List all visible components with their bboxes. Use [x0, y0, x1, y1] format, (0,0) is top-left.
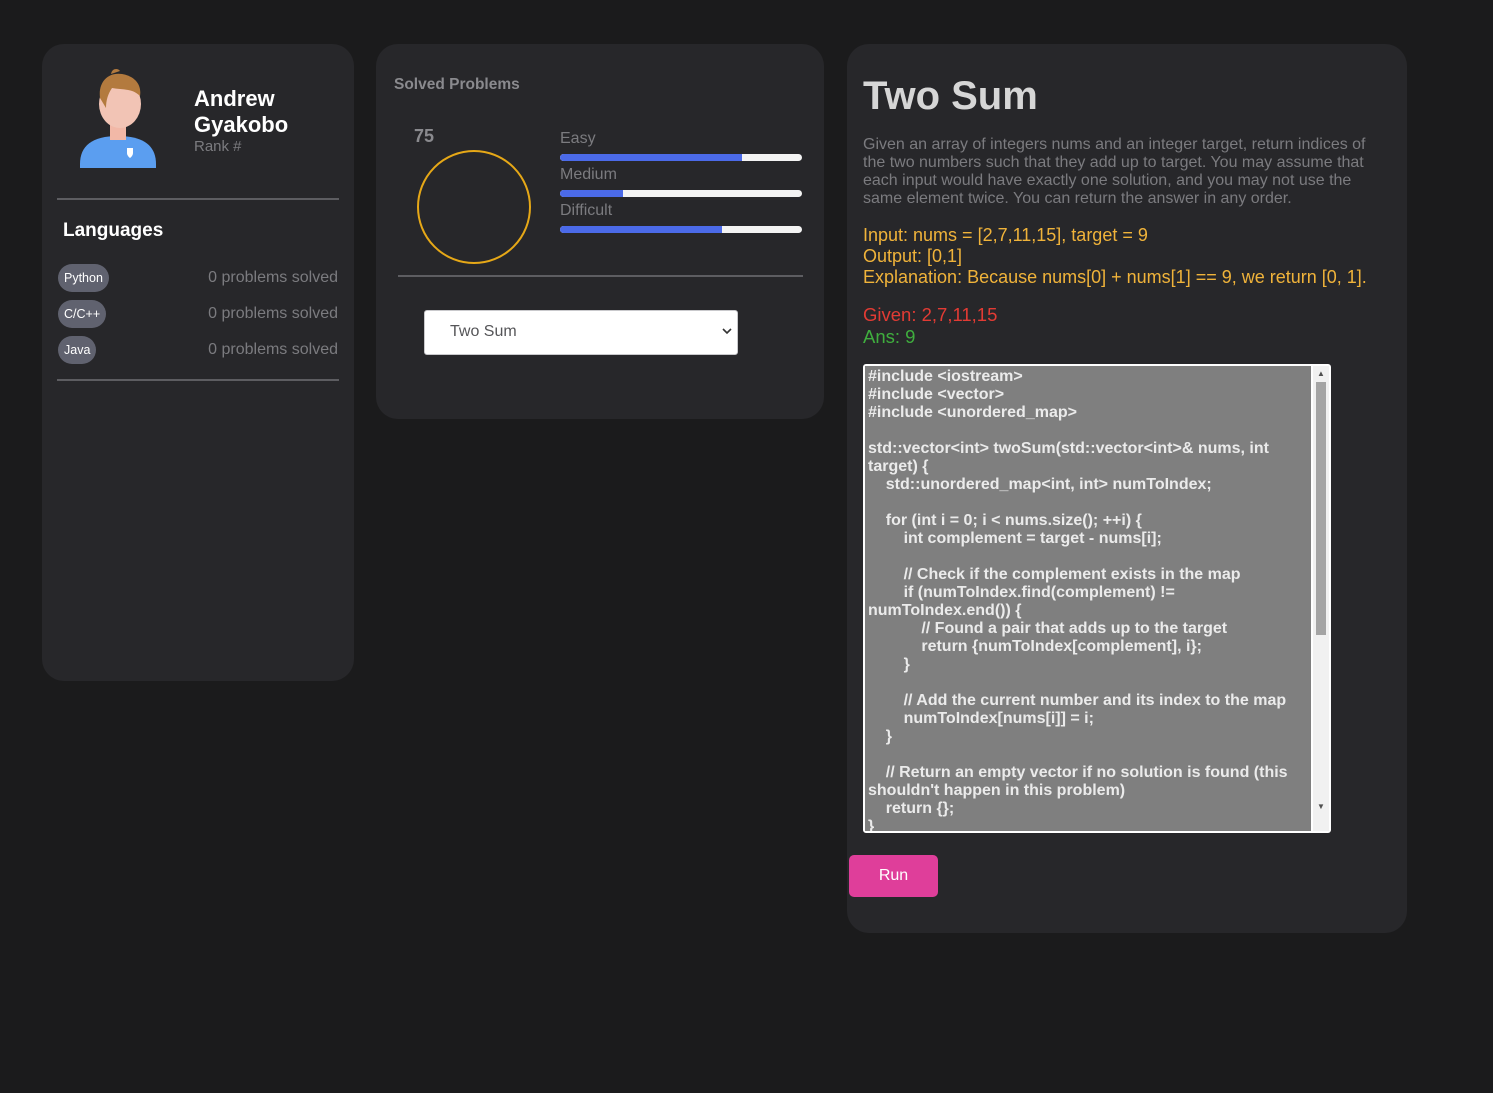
solved-total: 75	[414, 126, 435, 146]
profile-name: Andrew Gyakobo	[194, 86, 289, 137]
language-row-java: Java 0 problems solved	[58, 336, 338, 364]
difficulty-label-difficult: Difficult	[560, 202, 613, 219]
given-values: Given: 2,7,11,15	[863, 304, 998, 325]
user-avatar-icon	[80, 69, 156, 168]
progress-bar-medium	[560, 190, 802, 197]
divider	[57, 198, 339, 200]
progress-fill-easy	[560, 154, 742, 161]
difficulty-label-medium: Medium	[560, 166, 617, 183]
difficulty-label-easy: Easy	[560, 130, 596, 147]
language-pill-cpp[interactable]: C/C++	[58, 300, 107, 328]
language-solved-count: 0 problems solved	[208, 305, 338, 322]
answer-value: Ans: 9	[863, 326, 916, 347]
chevron-down-icon	[722, 328, 732, 335]
editor-scrollbar[interactable]: ▲ ▼	[1313, 366, 1329, 831]
example-output: Output: [0,1]	[863, 246, 963, 266]
problem-card: Two Sum Given an array of integers nums …	[847, 44, 1407, 933]
problem-select-value: Two Sum	[450, 323, 517, 340]
code-textarea[interactable]: #include <iostream> #include <vector> #i…	[865, 366, 1311, 831]
scroll-down-icon[interactable]: ▼	[1317, 803, 1325, 811]
profile-rank: Rank #	[194, 138, 242, 155]
run-button[interactable]: Run	[849, 855, 938, 897]
divider	[398, 275, 803, 277]
scroll-up-icon[interactable]: ▲	[1317, 370, 1325, 378]
problem-select[interactable]: Two Sum	[424, 310, 738, 355]
language-solved-count: 0 problems solved	[208, 269, 338, 286]
divider	[57, 379, 339, 381]
progress-fill-medium	[560, 190, 623, 197]
code-editor[interactable]: #include <iostream> #include <vector> #i…	[863, 364, 1331, 833]
language-row-cpp: C/C++ 0 problems solved	[58, 300, 338, 328]
language-pill-java[interactable]: Java	[58, 336, 97, 364]
language-solved-count: 0 problems solved	[208, 341, 338, 358]
problem-description: Given an array of integers nums and an i…	[863, 136, 1366, 207]
progress-bar-difficult	[560, 226, 802, 233]
progress-bar-easy	[560, 154, 802, 161]
code-text: #include <iostream> #include <vector> #i…	[868, 368, 1288, 831]
languages-title: Languages	[63, 220, 164, 241]
profile-card: Andrew Gyakobo Rank # Languages Python 0…	[42, 44, 354, 681]
solved-problems-card: Solved Problems 75 Easy Medium Difficult…	[376, 44, 824, 419]
progress-fill-difficult	[560, 226, 723, 233]
language-pill-python[interactable]: Python	[58, 264, 109, 292]
language-row-python: Python 0 problems solved	[58, 264, 338, 292]
progress-ring	[417, 150, 531, 264]
scroll-thumb[interactable]	[1316, 382, 1326, 635]
solved-title: Solved Problems	[394, 76, 520, 93]
example-input: Input: nums = [2,7,11,15], target = 9	[863, 225, 1148, 245]
example-explanation: Explanation: Because nums[0] + nums[1] =…	[863, 267, 1367, 287]
problem-title: Two Sum	[863, 74, 1038, 118]
